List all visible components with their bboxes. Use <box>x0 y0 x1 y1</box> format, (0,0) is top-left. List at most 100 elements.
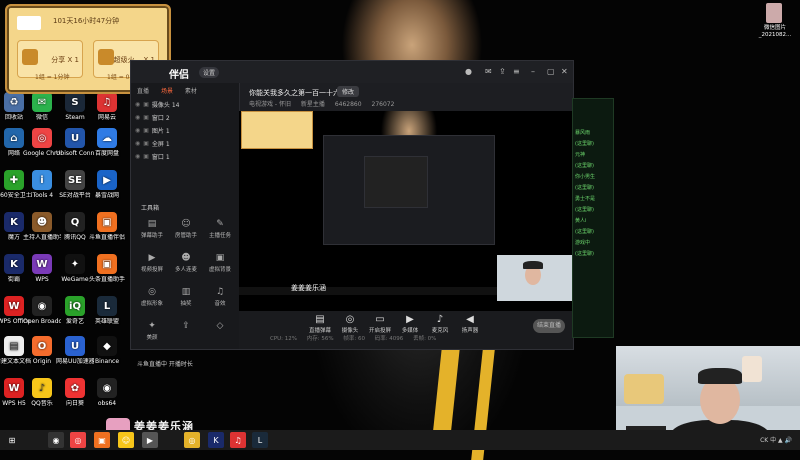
taskbar-douyu-icon[interactable]: ▣ <box>94 432 110 448</box>
eye-icon[interactable]: ◉ <box>135 114 140 121</box>
taskbar-netease-music-icon[interactable]: ♫ <box>230 432 246 448</box>
chat-message: (这里聊) <box>575 229 594 235</box>
taskbar-windows-start-icon[interactable]: ⊞ <box>4 432 20 448</box>
tool-room-admin[interactable]: ☺ 房管助手 <box>169 219 203 239</box>
desktop-icon-tencent[interactable]: ▶ 暴雪战网 <box>88 170 126 199</box>
tool-virtual-bg[interactable]: ▣ 虚拟背景 <box>203 253 237 273</box>
minimize-icon[interactable]: – <box>531 67 535 76</box>
tool-share[interactable]: ⇪ <box>169 321 203 333</box>
eye-icon[interactable]: ◉ <box>135 101 140 108</box>
lock-icon[interactable]: ▣ <box>143 127 149 134</box>
close-icon[interactable]: ✕ <box>561 67 568 76</box>
tool-sound-effect[interactable]: ♫ 音效 <box>203 287 237 307</box>
menu-icon[interactable]: ≡ <box>513 67 520 76</box>
tool-multi-mic[interactable]: ☻ 多人连麦 <box>169 253 203 273</box>
tab-live[interactable]: 直播 <box>137 88 149 95</box>
tool-lottery[interactable]: ▥ 抽奖 <box>169 287 203 307</box>
tool-video-cast[interactable]: ▶ 视频投屏 <box>135 253 169 273</box>
tool-label: 弹幕助手 <box>140 233 163 239</box>
chat-message: (这里聊) <box>575 163 594 169</box>
settings-chip[interactable]: 设置 <box>199 67 220 78</box>
tool-task[interactable]: ✎ 主播任务 <box>203 219 237 239</box>
uu-booster-icon: U <box>65 336 85 356</box>
taskbar-game-icon[interactable]: K <box>208 432 224 448</box>
scene-source-item[interactable]: ◉ ▣ 图片 1 <box>135 125 235 136</box>
lock-icon[interactable]: ▣ <box>143 153 149 160</box>
scene-source-item[interactable]: ◉ ▣ 窗口 1 <box>135 151 235 162</box>
tool-more[interactable]: ◇ <box>203 321 237 333</box>
lock-icon[interactable]: ▣ <box>143 114 149 121</box>
danmaku-button[interactable]: ▤ 直播弹幕 <box>305 314 335 334</box>
desktop-icon-label: 暴雪战网 <box>94 192 119 199</box>
sound-effect-icon: ♫ <box>215 287 225 297</box>
camera-button[interactable]: ◎ 摄像头 <box>335 314 365 334</box>
desktop-icon-netease[interactable]: ♫ 网易云 <box>88 92 126 121</box>
room-id: 6462860 <box>334 101 362 108</box>
desktop-icon-dy[interactable]: ▣ 头条直播助手 <box>88 254 126 283</box>
taskbar-chrome-icon[interactable]: ◎ <box>70 432 86 448</box>
taskbar-game-icon[interactable]: ◎ <box>184 432 200 448</box>
speaker-button[interactable]: ◀ 扬声器 <box>455 314 485 334</box>
origin-icon: O <box>32 336 52 356</box>
preview-webcam <box>497 255 573 301</box>
desktop-image-file-icon[interactable] <box>766 3 782 23</box>
desktop-icon-obs64[interactable]: ◉ obs64 <box>88 378 126 407</box>
fps-stat: 帧率: 60 <box>343 336 365 342</box>
taskbar-steam-icon[interactable]: ◉ <box>48 432 64 448</box>
virtual-bg-icon: ▣ <box>215 253 225 263</box>
scene-source-label: 全屏 1 <box>151 141 170 148</box>
desktop-icon-lol[interactable]: L 英雄联盟 <box>88 296 126 325</box>
screencast-button[interactable]: ▭ 开启投屏 <box>365 314 395 334</box>
shield-icon: ✚ <box>4 170 24 190</box>
nested-preview-window <box>323 135 495 245</box>
maximize-icon[interactable]: ▢ <box>547 67 555 76</box>
desktop-icon-label: Binance <box>94 358 120 365</box>
scene-panel: 直播 场景 素材 ◉ ▣ 摄像头 14 ◉ ▣ 窗口 2 ◉ ▣ 图片 1 ◉ ▣ 全屏 1 ◉ ▣ 窗口 … <box>131 83 240 368</box>
tab-scene[interactable]: 场景 <box>161 88 173 95</box>
user-avatar-icon[interactable]: ● <box>465 67 472 76</box>
chat-message: 元神 <box>575 152 586 158</box>
tool-avatar[interactable]: ◎ 虚拟形象 <box>135 287 169 307</box>
scene-source-item[interactable]: ◉ ▣ 窗口 2 <box>135 112 235 123</box>
desktop-icon-binance[interactable]: ◆ Binance <box>88 336 126 365</box>
share-icon[interactable]: ⇪ <box>499 67 506 76</box>
desktop-icon-label: 斗鱼直播伴侣 <box>88 234 125 241</box>
task-icon: ✎ <box>216 219 224 229</box>
tool-label: 音效 <box>214 301 226 307</box>
webcam-poster <box>742 356 762 382</box>
status-bar: CPU: 12% 内存: 56% 帧率: 60 码率: 4096 丢帧: 0% <box>270 334 444 342</box>
window-titlebar[interactable]: 伴侣 设置 ● ✉ ⇪ ≡ – ▢ ✕ <box>131 61 573 83</box>
lock-icon[interactable]: ▣ <box>143 101 149 108</box>
scene-source-item[interactable]: ◉ ▣ 全屏 1 <box>135 138 235 149</box>
desktop-icon-baidu[interactable]: ☁ 百度网盘 <box>88 128 126 157</box>
steam-icon: S <box>65 92 85 112</box>
end-live-button[interactable]: 结束直播 <box>533 319 565 333</box>
taskbar-lol-icon[interactable]: L <box>252 432 268 448</box>
desktop-icon-label: 英雄联盟 <box>94 318 119 325</box>
eye-icon[interactable]: ◉ <box>135 127 140 134</box>
media-button[interactable]: ▶ 多媒体 <box>395 314 425 334</box>
desktop-icon-label: obs64 <box>97 400 117 407</box>
scene-source-item[interactable]: ◉ ▣ 摄像头 14 <box>135 99 235 110</box>
taskbar-media-icon[interactable]: ▶ <box>142 432 158 448</box>
system-tray[interactable]: CK 中 ▲ 🔊 <box>760 435 792 444</box>
more-icon: ◇ <box>216 321 224 331</box>
chat-panel[interactable]: 暴风雨 (这里聊) 元神 (这里聊) 你小男生 (这里聊) 勇士不是 (这里聊) 黄人i (这里聊… <box>572 98 614 338</box>
desktop-icon-toutiao[interactable]: ▣ 斗鱼直播伴侣 <box>88 212 126 241</box>
tool-beauty[interactable]: ✦ 美颜 <box>135 321 169 341</box>
taskbar-live-box-icon[interactable]: ☺ <box>118 432 134 448</box>
qq-icon: Q <box>65 212 85 232</box>
desktop-icon-label: 网易云 <box>97 114 116 121</box>
lock-icon[interactable]: ▣ <box>143 140 149 147</box>
message-icon[interactable]: ✉ <box>485 67 492 76</box>
speaker-icon: ◀ <box>466 314 474 325</box>
wps-h5-icon: W <box>4 378 24 398</box>
microphone-button[interactable]: ♪ 麦克风 <box>425 314 455 334</box>
tool-danmaku[interactable]: ▤ 弹幕助手 <box>135 219 169 239</box>
edit-title-button[interactable]: 修改 <box>337 86 360 97</box>
eye-icon[interactable]: ◉ <box>135 140 140 147</box>
tool-label: 主播任务 <box>208 233 231 239</box>
tab-assets[interactable]: 素材 <box>185 88 197 95</box>
eye-icon[interactable]: ◉ <box>135 153 140 160</box>
live-notice: 斗鱼直播中 开播时长 <box>137 361 193 368</box>
